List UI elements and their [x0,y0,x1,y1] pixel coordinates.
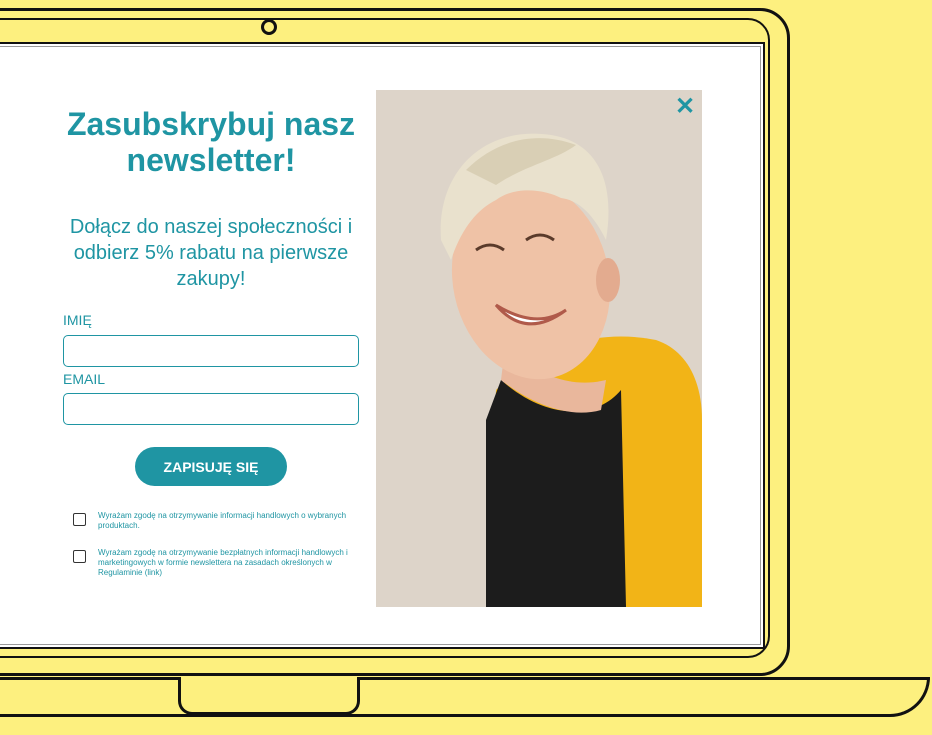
person-illustration [376,90,702,607]
person-photo [376,90,702,607]
laptop-base [0,677,930,717]
name-input[interactable] [63,335,359,367]
popup-title: Zasubskrybuj nasz newsletter! [66,106,356,178]
close-icon[interactable]: ✕ [674,95,696,119]
newsletter-form-panel: Zasubskrybuj nasz newsletter! Dołącz do … [56,92,366,292]
consent-item-newsletter: Wyrażam zgodę na otrzymywanie bezpłatnyc… [73,548,363,578]
popup-subtitle: Dołącz do naszej społeczności i odbierz … [69,216,353,290]
name-label: IMIĘ [63,312,92,328]
consent-text-products: Wyrażam zgodę na otrzymywanie informacji… [98,511,347,530]
consent-checkbox-newsletter[interactable] [73,550,86,563]
consent-text-newsletter: Wyrażam zgodę na otrzymywanie bezpłatnyc… [98,548,348,577]
email-input[interactable] [63,393,359,425]
camera-icon [261,19,277,35]
consent-item-products: Wyrażam zgodę na otrzymywanie informacji… [73,511,363,531]
email-label: EMAIL [63,371,106,387]
subscribe-button[interactable]: ZAPISUJĘ SIĘ [135,447,287,486]
laptop-base-notch [178,677,360,715]
consent-checkbox-products[interactable] [73,513,86,526]
